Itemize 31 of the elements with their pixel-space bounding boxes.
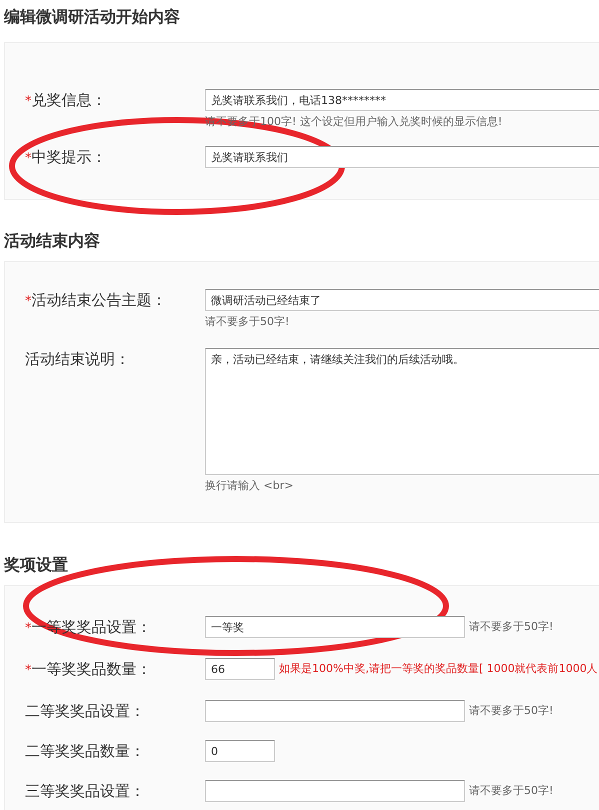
field-label: 一等奖奖品数量： [32, 660, 152, 678]
input-field[interactable]: 66 [205, 658, 275, 680]
required-asterisk: * [25, 294, 32, 309]
text-area[interactable]: 亲，活动已经结束，请继续关注我们的后续活动哦。 [205, 348, 599, 475]
required-asterisk: * [25, 151, 32, 166]
section-heading: 活动结束内容 [4, 231, 100, 250]
hint-text: 请不要多于50字! [469, 703, 554, 719]
field-label: 二等奖奖品数量： [25, 742, 145, 760]
input-field[interactable]: 0 [205, 740, 275, 762]
input-field[interactable]: 一等奖 [205, 616, 465, 638]
hint-text: 如果是100%中奖,请把一等奖的奖品数量[ 1000就代表前1000人 [279, 661, 598, 677]
hint-text: 请不要多于50字! [469, 619, 554, 635]
required-asterisk: * [25, 621, 32, 636]
input-field[interactable]: 兑奖请联系我们，电话138******** [205, 89, 599, 111]
input-field[interactable]: 兑奖请联系我们 [205, 146, 599, 168]
hint-text: 请不要多于50字! [469, 783, 554, 799]
hint-text: 请不要多于50字! [205, 314, 290, 330]
field-label: 中奖提示： [32, 148, 106, 166]
field-label: 兑奖信息： [32, 91, 106, 109]
field-label: 三等奖奖品设置： [25, 782, 145, 800]
input-field[interactable] [205, 780, 465, 802]
section-heading: 奖项设置 [4, 555, 68, 574]
field-label: 活动结束说明： [25, 350, 130, 368]
section-heading: 编辑微调研活动开始内容 [4, 7, 180, 26]
hint-text: 换行请输入 <br> [205, 478, 294, 494]
field-label: 二等奖奖品设置： [25, 702, 145, 720]
required-asterisk: * [25, 94, 32, 109]
input-field[interactable]: 微调研活动已经结束了 [205, 289, 599, 311]
required-asterisk: * [25, 663, 32, 678]
input-field[interactable] [205, 700, 465, 722]
field-label: 活动结束公告主题： [32, 291, 166, 309]
